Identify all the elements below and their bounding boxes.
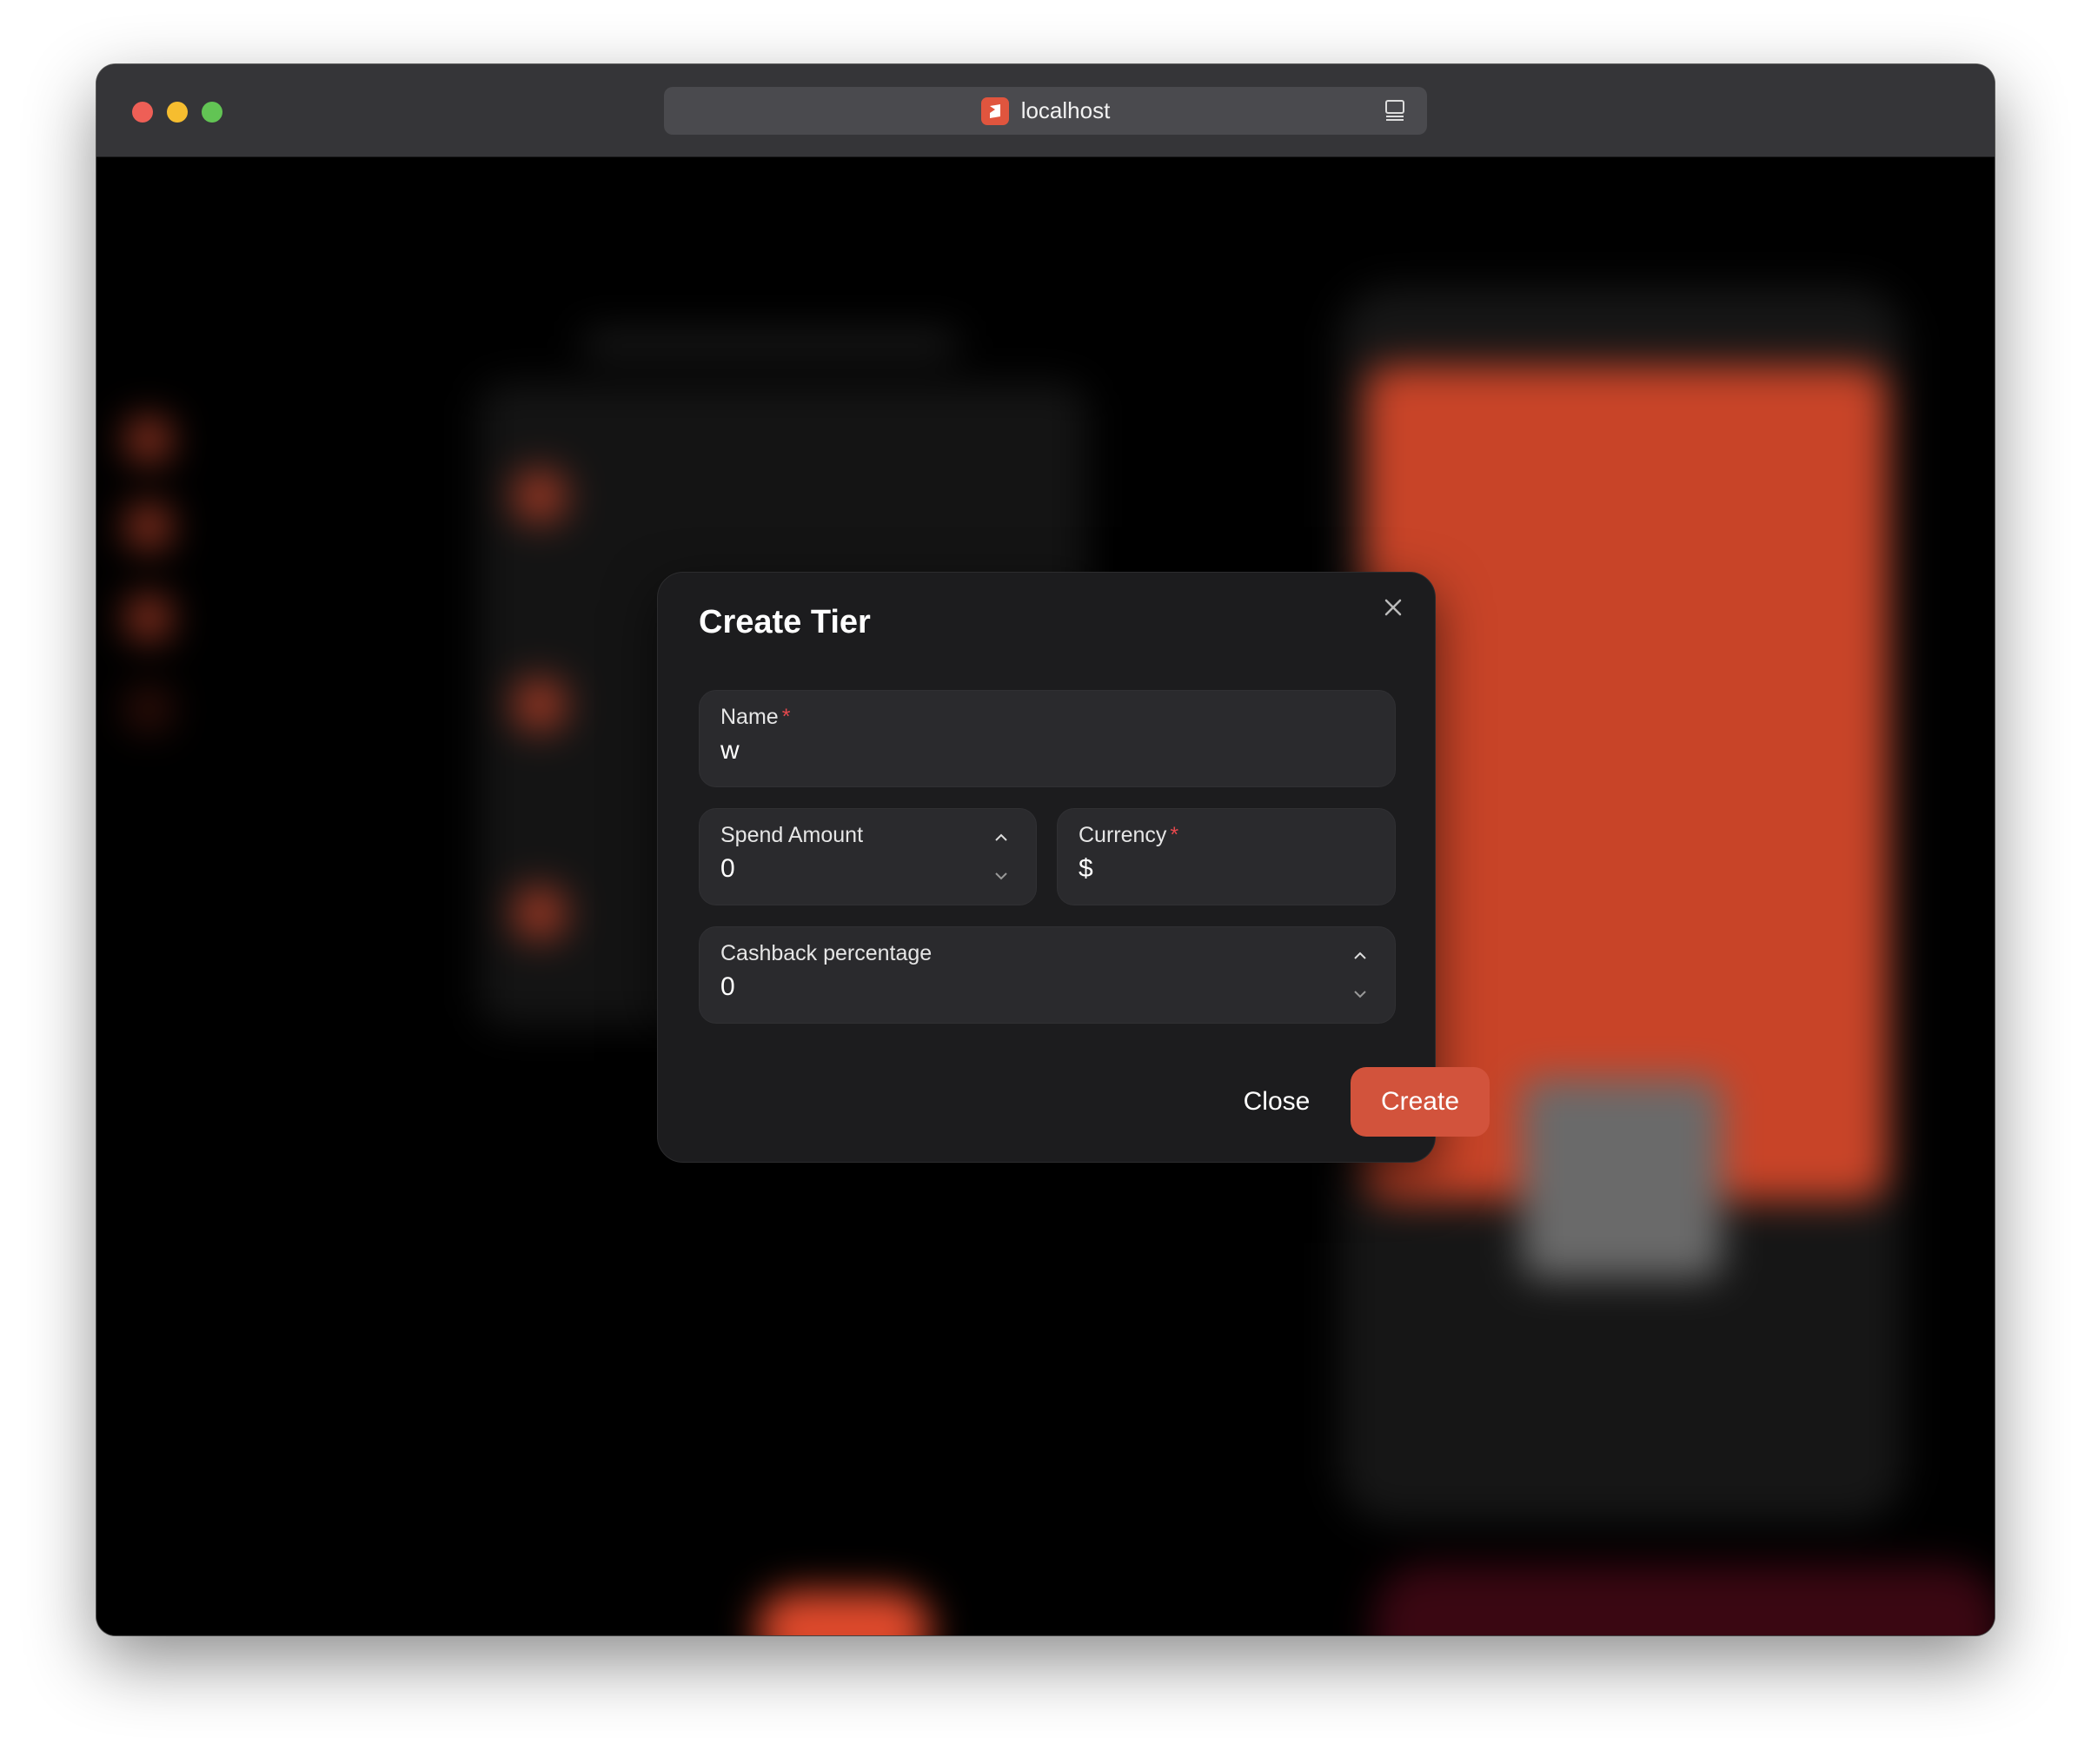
minimize-window-button[interactable] <box>167 102 188 123</box>
background-button-block <box>757 1591 931 1635</box>
currency-input[interactable]: $ <box>1079 854 1093 884</box>
dialog-title: Create Tier <box>699 604 871 640</box>
cashback-percentage-input[interactable]: 0 <box>720 972 735 1002</box>
background-glow-block <box>1374 1565 1995 1635</box>
close-window-button[interactable] <box>132 102 153 123</box>
currency-field[interactable]: Currency * $ <box>1057 808 1396 905</box>
create-button[interactable]: Create <box>1351 1067 1490 1137</box>
cashback-percentage-label: Cashback percentage <box>720 941 933 965</box>
background-subtitle-block <box>583 331 957 357</box>
site-favicon-icon <box>980 96 1009 125</box>
chevron-down-icon <box>995 872 1007 880</box>
close-icon[interactable] <box>1381 595 1405 620</box>
spend-amount-input[interactable]: 0 <box>720 854 735 884</box>
address-bar[interactable]: localhost <box>664 87 1427 135</box>
required-mark: * <box>1170 823 1179 847</box>
name-label: Name * <box>720 705 791 729</box>
browser-titlebar: localhost <box>96 64 1995 157</box>
required-mark: * <box>781 705 791 729</box>
close-button[interactable]: Close <box>1221 1067 1332 1137</box>
background-heading-block <box>444 227 1200 314</box>
cashback-percentage-stepper[interactable] <box>1351 946 1369 1004</box>
chevron-up-icon <box>1354 952 1366 959</box>
spend-amount-field[interactable]: Spend Amount 0 <box>699 808 1037 905</box>
cashback-percentage-field[interactable]: Cashback percentage 0 <box>699 926 1396 1024</box>
chevron-down-icon <box>1354 991 1366 998</box>
chevron-up-icon <box>995 833 1007 841</box>
spend-amount-stepper[interactable] <box>992 828 1010 885</box>
browser-window: localhost Create Tier Name * w Spend Amo… <box>96 64 1995 1635</box>
background-qr-block <box>1522 1078 1722 1278</box>
reader-mode-icon[interactable] <box>1382 97 1408 123</box>
maximize-window-button[interactable] <box>202 102 222 123</box>
name-input[interactable]: w <box>720 736 740 766</box>
spend-amount-label: Spend Amount <box>720 823 864 847</box>
url-text: localhost <box>1020 97 1111 123</box>
name-field[interactable]: Name * w <box>699 690 1396 787</box>
currency-label: Currency * <box>1079 823 1179 847</box>
create-tier-dialog: Create Tier Name * w Spend Amount 0 Curre… <box>657 572 1490 1163</box>
